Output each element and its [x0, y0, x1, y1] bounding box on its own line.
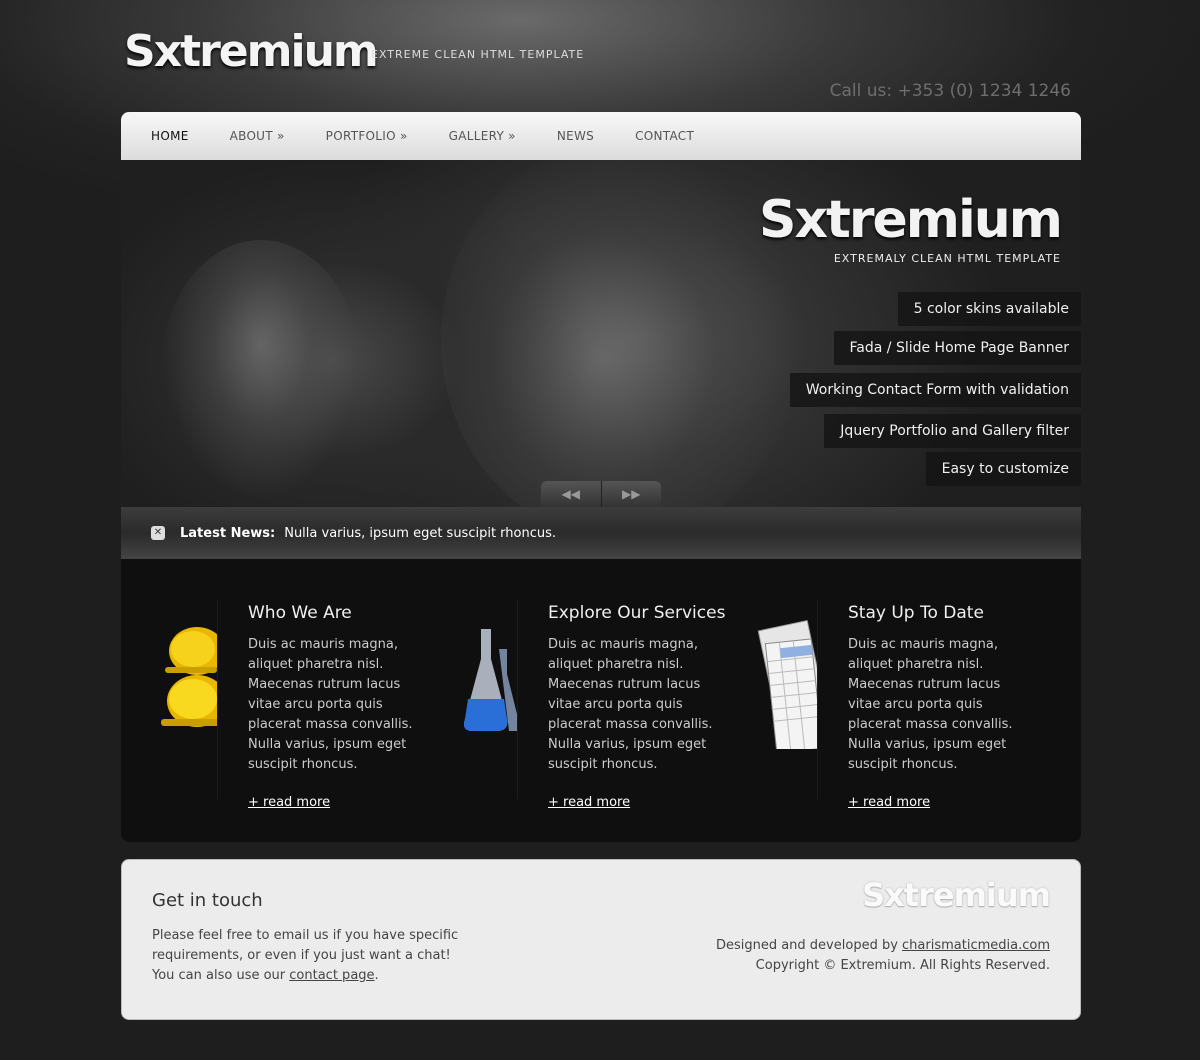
latest-news-label: Latest News: [180, 525, 276, 541]
column-body: Explore Our Services Duis ac mauris magn… [517, 599, 726, 810]
copyright-text: Copyright © Extremium. All Rights Reserv… [755, 958, 1050, 973]
footer-credits: Designed and developed by charismaticmed… [716, 936, 1050, 976]
banner-feature: Easy to customize [925, 452, 1081, 486]
footer: Get in touch Please feel free to email u… [121, 859, 1081, 1020]
column-who-we-are: Who We Are Duis ac mauris magna, aliquet… [121, 599, 421, 810]
nav-item-about[interactable]: ABOUT » [230, 129, 285, 143]
main-panel: HOME ABOUT » PORTFOLIO » GALLERY » NEWS … [121, 112, 1081, 842]
banner-feature: Fada / Slide Home Page Banner [833, 331, 1081, 365]
nav-item-home[interactable]: HOME [151, 129, 189, 143]
column-body: Stay Up To Date Duis ac mauris magna, al… [817, 599, 1017, 810]
site-tagline: EXTREME CLEAN HTML TEMPLATE [371, 48, 585, 61]
footer-title: Get in touch [152, 890, 263, 911]
read-more-link[interactable]: + read more [548, 795, 630, 810]
nav-item-contact[interactable]: CONTACT [635, 129, 694, 143]
latest-news-text[interactable]: Nulla varius, ipsum eget suscipit rhoncu… [284, 526, 556, 541]
helmet-icon [161, 627, 217, 727]
close-icon[interactable]: ✕ [151, 526, 165, 540]
nav-item-gallery[interactable]: GALLERY » [449, 129, 516, 143]
feature-columns: Who We Are Duis ac mauris magna, aliquet… [121, 559, 1081, 842]
banner-feature: Working Contact Form with validation [789, 373, 1081, 407]
hero-banner: Sxtremium EXTREMALY CLEAN HTML TEMPLATE … [121, 160, 1081, 507]
banner-artwork-left [161, 240, 361, 500]
read-more-link[interactable]: + read more [248, 795, 330, 810]
column-title: Explore Our Services [548, 603, 726, 623]
site-logo[interactable]: Sxtremium [124, 26, 379, 77]
nav-item-news[interactable]: NEWS [557, 129, 594, 143]
banner-logo: Sxtremium [759, 190, 1063, 250]
column-body: Who We Are Duis ac mauris magna, aliquet… [217, 599, 417, 810]
spreadsheet-icon [757, 619, 817, 749]
banner-artwork-right [441, 160, 801, 507]
column-title: Who We Are [248, 603, 352, 623]
column-explore-services: Explore Our Services Duis ac mauris magn… [421, 599, 726, 810]
footer-contact-end: . [374, 968, 379, 983]
call-us-text: Call us: +353 (0) 1234 1246 [829, 81, 1071, 101]
main-nav: HOME ABOUT » PORTFOLIO » GALLERY » NEWS … [121, 112, 1081, 160]
slider-next-button[interactable]: ▶▶ [602, 481, 662, 507]
slider-prev-button[interactable]: ◀◀ [541, 481, 602, 507]
nav-item-portfolio[interactable]: PORTFOLIO » [326, 129, 408, 143]
designer-link[interactable]: charismaticmedia.com [902, 938, 1050, 953]
banner-tagline: EXTREMALY CLEAN HTML TEMPLATE [833, 252, 1061, 265]
flask-icon [464, 629, 517, 731]
column-stay-up-to-date: Stay Up To Date Duis ac mauris magna, al… [721, 599, 1021, 810]
column-text: Duis ac mauris magna, aliquet pharetra n… [248, 637, 413, 772]
designed-by-text: Designed and developed by [715, 938, 903, 953]
column-text: Duis ac mauris magna, aliquet pharetra n… [848, 637, 1013, 772]
footer-contact-text: Please feel free to email us if you have… [152, 926, 472, 986]
slider-controls: ◀◀ ▶▶ [541, 481, 661, 507]
read-more-link[interactable]: + read more [848, 795, 930, 810]
footer-logo: Sxtremium [862, 876, 1051, 914]
designed-by-line: Designed and developed by charismaticmed… [716, 936, 1050, 956]
banner-feature: 5 color skins available [897, 292, 1081, 326]
column-text: Duis ac mauris magna, aliquet pharetra n… [548, 637, 713, 772]
contact-page-link[interactable]: contact page [289, 968, 374, 983]
banner-feature: Jquery Portfolio and Gallery filter [824, 414, 1081, 448]
column-title: Stay Up To Date [848, 603, 984, 623]
latest-news-bar: ✕ Latest News: Nulla varius, ipsum eget … [121, 507, 1081, 559]
